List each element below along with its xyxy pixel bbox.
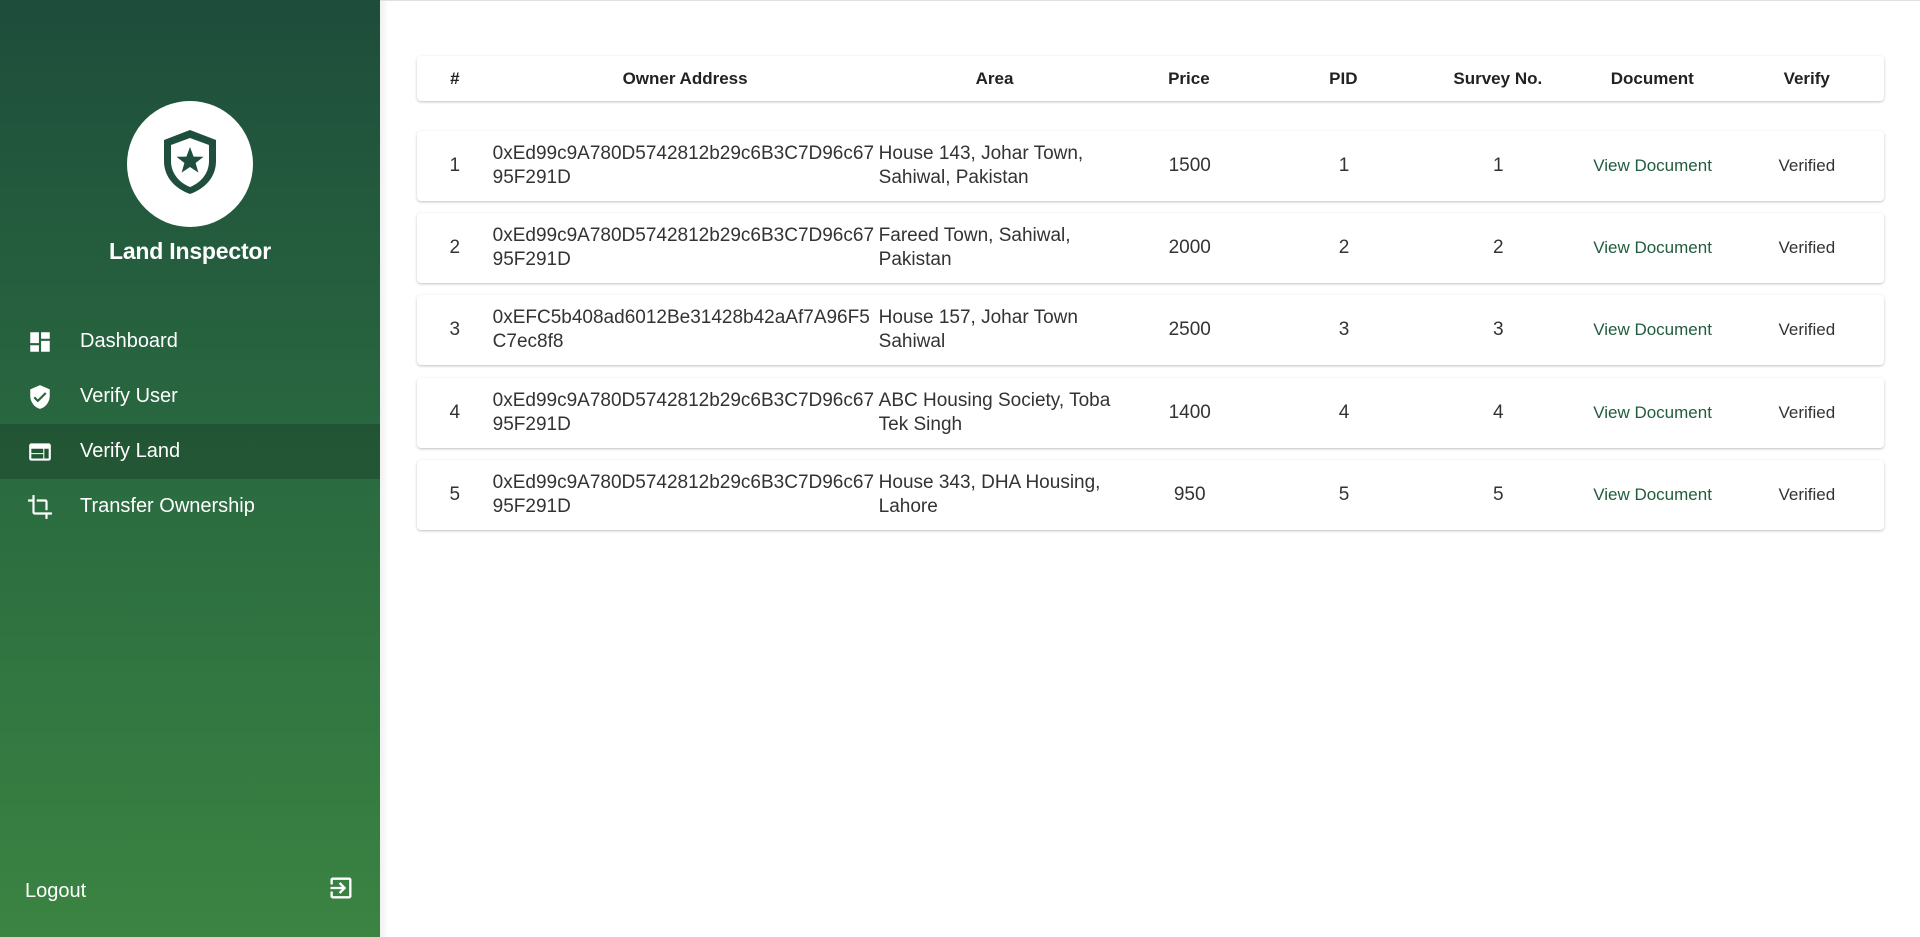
pid: 4 [1338,402,1350,423]
row-index: 3 [449,319,461,340]
survey-no: 3 [1492,319,1504,340]
header-owner-address: Owner Address [622,68,748,88]
survey-no: 1 [1492,155,1504,176]
price: 2500 [1168,319,1211,340]
top-divider [380,0,1920,1]
dashboard-icon [26,328,54,356]
sidebar-shadow [380,0,388,937]
verify-status: Verified [1778,320,1836,339]
header-document: Document [1610,68,1694,88]
table-row: 4 0xEd99c9A780D5742812b29c6B3C7D96c6795F… [417,378,1884,448]
table-row: 3 0xEFC5b408ad6012Be31428b42aAf7A96F5C7e… [417,295,1884,365]
sidebar-item-dashboard[interactable]: Dashboard [0,314,380,369]
logout-button[interactable]: Logout [0,863,380,919]
brand-title: Land Inspector [108,238,272,264]
price: 2000 [1168,237,1211,258]
owner-address: 0xEd99c9A780D5742812b29c6B3C7D96c6795F29… [492,472,875,517]
price: 950 [1173,484,1206,505]
survey-no: 2 [1492,237,1504,258]
area: ABC Housing Society, Toba Tek Singh [878,390,1111,435]
area: House 157, Johar Town Sahiwal [878,307,1078,352]
verify-status: Verified [1778,403,1836,422]
table-header: # Owner Address Area Price PID Survey No… [417,56,1884,101]
crop-icon [26,493,54,521]
survey-no: 5 [1492,484,1504,505]
sidebar-item-transfer-ownership[interactable]: Transfer Ownership [0,479,380,534]
sidebar-item-verify-user[interactable]: Verify User [0,369,380,424]
header-price: Price [1168,68,1210,88]
area: House 143, Johar Town, Sahiwal, Pakistan [878,143,1084,188]
sidebar-item-label: Transfer Ownership [80,495,255,517]
row-index: 4 [449,402,461,423]
table-row: 2 0xEd99c9A780D5742812b29c6B3C7D96c6795F… [417,213,1884,283]
view-document-link[interactable]: View Document [1593,320,1712,340]
pid: 3 [1338,319,1350,340]
row-index: 2 [449,237,461,258]
owner-address: 0xEd99c9A780D5742812b29c6B3C7D96c6795F29… [492,390,875,435]
logout-label: Logout [25,879,87,902]
verified-user-icon [26,383,54,411]
view-document-link[interactable]: View Document [1593,156,1712,176]
header-survey-no: Survey No. [1453,68,1543,88]
verify-status: Verified [1778,156,1836,175]
area: Fareed Town, Sahiwal, Pakistan [878,225,1071,270]
row-index: 5 [449,484,461,505]
area: House 343, DHA Housing, Lahore [878,472,1101,517]
sidebar: Land Inspector Dashboard Verify User Ver… [0,0,380,937]
shield-star-icon [158,127,222,202]
avatar [127,101,253,227]
sidebar-item-label: Verify User [80,385,178,407]
pid: 2 [1338,237,1350,258]
owner-address: 0xEd99c9A780D5742812b29c6B3C7D96c6795F29… [492,143,875,188]
row-index: 1 [449,155,461,176]
logout-icon [327,874,355,908]
pid: 1 [1338,155,1350,176]
pid: 5 [1338,484,1350,505]
header-index: # [450,68,460,88]
verify-status: Verified [1778,485,1836,504]
header-area: Area [975,68,1014,88]
sidebar-item-label: Dashboard [80,330,178,352]
header-verify: Verify [1783,68,1830,88]
view-document-link[interactable]: View Document [1593,485,1712,505]
view-document-link[interactable]: View Document [1593,403,1712,423]
sidebar-item-label: Verify Land [80,440,181,462]
sidebar-nav: Dashboard Verify User Verify Land Transf… [0,314,380,534]
survey-no: 4 [1492,402,1504,423]
owner-address: 0xEd99c9A780D5742812b29c6B3C7D96c6795F29… [492,225,875,270]
price: 1400 [1168,402,1211,423]
header-pid: PID [1329,68,1358,88]
owner-address: 0xEFC5b408ad6012Be31428b42aAf7A96F5C7ec8… [492,307,870,352]
price: 1500 [1168,155,1211,176]
verify-status: Verified [1778,238,1836,257]
table-row: 1 0xEd99c9A780D5742812b29c6B3C7D96c6795F… [417,131,1884,201]
table-row: 5 0xEd99c9A780D5742812b29c6B3C7D96c6795F… [417,460,1884,530]
sidebar-item-verify-land[interactable]: Verify Land [0,424,380,479]
web-icon [26,438,54,466]
view-document-link[interactable]: View Document [1593,238,1712,258]
